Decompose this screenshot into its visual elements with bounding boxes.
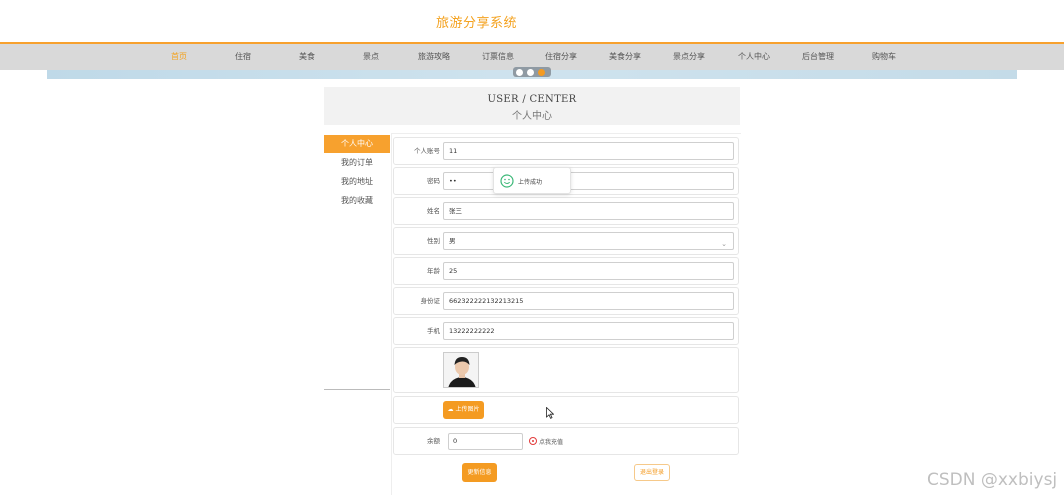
main-navbar: 首页 住宿 美食 景点 旅游攻略 订票信息 住宿分享 美食分享 景点分享 个人中… — [0, 42, 1064, 70]
sidebar-item-favorites[interactable]: 我的收藏 — [324, 192, 390, 210]
sidebar-item-addresses[interactable]: 我的地址 — [324, 173, 390, 191]
nav-item-food[interactable]: 美食 — [299, 51, 315, 62]
sidebar-divider — [324, 389, 390, 390]
nav-item-home[interactable]: 首页 — [171, 51, 187, 62]
nav-item-travel-guides[interactable]: 旅游攻略 — [418, 51, 450, 62]
form-row-name: 姓名 张三 — [393, 197, 739, 225]
watermark: CSDN @xxbiysj — [927, 470, 1058, 490]
nav-item-tickets[interactable]: 订票信息 — [482, 51, 514, 62]
nav-item-lodging-share[interactable]: 住宿分享 — [545, 51, 577, 62]
user-center-title-en: USER / CENTER — [487, 94, 577, 105]
nav-item-attraction-share[interactable]: 景点分享 — [673, 51, 705, 62]
user-center-title-cn: 个人中心 — [512, 111, 552, 122]
carousel-dot[interactable] — [516, 69, 523, 76]
chevron-down-icon: ⌄ — [721, 240, 727, 248]
carousel-dot[interactable] — [527, 69, 534, 76]
id-card-label: 身份证 — [420, 297, 441, 305]
phone-label: 手机 — [427, 327, 440, 335]
form-row-account: 个人账号 11 — [393, 137, 739, 165]
name-label: 姓名 — [427, 207, 440, 215]
nav-item-attractions[interactable]: 景点 — [363, 51, 379, 62]
form-row-avatar — [393, 347, 739, 393]
recharge-radio[interactable] — [529, 437, 537, 445]
id-card-input[interactable]: 662322222132213215 — [443, 292, 734, 310]
balance-label: 余额 — [427, 437, 440, 445]
balance-input[interactable]: 0 — [448, 433, 523, 450]
gender-label: 性别 — [427, 237, 440, 245]
sidebar-item-orders[interactable]: 我的订单 — [324, 154, 390, 172]
sidebar-item-user-center[interactable]: 个人中心 — [324, 135, 390, 153]
user-center-header: USER / CENTER 个人中心 — [324, 87, 740, 125]
age-input[interactable]: 25 — [443, 262, 734, 280]
form-row-age: 年龄 25 — [393, 257, 739, 285]
avatar-photo — [444, 353, 478, 387]
nav-item-cart[interactable]: 购物车 — [872, 51, 896, 62]
carousel-dot-active[interactable] — [538, 69, 545, 76]
logout-button[interactable]: 退出登录 — [634, 464, 670, 481]
upload-button-label: 上传图片 — [455, 406, 480, 413]
carousel-indicator — [513, 67, 551, 77]
toast-message: 上传成功 — [518, 179, 543, 186]
upload-success-toast: 上传成功 — [493, 167, 571, 194]
form-row-gender: 性别 男 ⌄ — [393, 227, 739, 255]
gender-select[interactable]: 男 ⌄ — [443, 232, 734, 250]
password-input[interactable]: •• — [443, 172, 734, 190]
page: 旅游分享系统 首页 住宿 美食 景点 旅游攻略 订票信息 住宿分享 美食分享 景… — [0, 0, 1064, 500]
avatar — [443, 352, 479, 388]
smile-icon — [500, 174, 514, 188]
form-row-balance: 余额 0 点我充值 — [393, 427, 739, 455]
update-info-button[interactable]: 更新信息 — [462, 463, 497, 482]
mouse-cursor-icon — [546, 407, 554, 419]
account-input[interactable]: 11 — [443, 142, 734, 160]
nav-item-admin[interactable]: 后台管理 — [802, 51, 834, 62]
site-title: 旅游分享系统 — [436, 16, 518, 31]
name-input[interactable]: 张三 — [443, 202, 734, 220]
upload-image-button[interactable]: ☁ 上传图片 — [443, 401, 484, 419]
account-label: 个人账号 — [414, 147, 440, 155]
nav-item-user-center[interactable]: 个人中心 — [738, 51, 770, 62]
nav-item-lodging[interactable]: 住宿 — [235, 51, 251, 62]
gender-value: 男 — [449, 237, 456, 245]
age-label: 年龄 — [427, 267, 440, 275]
form-row-id-card: 身份证 662322222132213215 — [393, 287, 739, 315]
nav-item-food-share[interactable]: 美食分享 — [609, 51, 641, 62]
phone-input[interactable]: 13222222222 — [443, 322, 734, 340]
recharge-label[interactable]: 点我充值 — [539, 437, 563, 446]
user-sidebar: 个人中心 我的订单 我的地址 我的收藏 — [324, 135, 390, 211]
form-row-phone: 手机 13222222222 — [393, 317, 739, 345]
cloud-upload-icon: ☁ — [447, 406, 454, 413]
password-label: 密码 — [427, 177, 440, 185]
form-row-upload: ☁ 上传图片 — [393, 396, 739, 424]
